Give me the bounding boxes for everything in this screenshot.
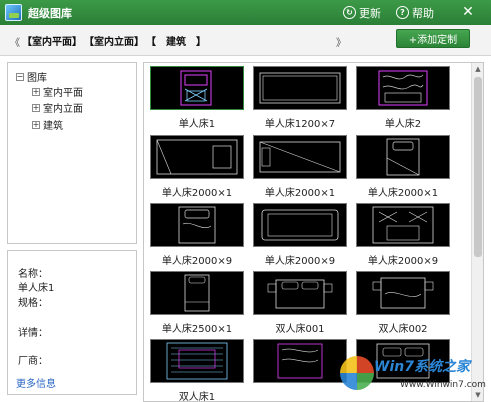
thumbnail-caption: 双人床1 bbox=[178, 392, 216, 402]
collapse-icon[interactable]: − bbox=[16, 72, 24, 81]
gallery-item[interactable]: 双人床001 bbox=[253, 271, 347, 335]
cad-thumbnail[interactable] bbox=[150, 135, 244, 179]
cad-thumbnail[interactable] bbox=[253, 339, 347, 383]
help-button[interactable]: ? 帮助 bbox=[396, 4, 434, 21]
tabs-scroll-right-icon[interactable]: 》 bbox=[336, 34, 346, 49]
cad-thumbnail[interactable] bbox=[253, 135, 347, 179]
thumbnail-caption: 单人床1 bbox=[178, 119, 216, 130]
refresh-button[interactable]: ↻ 更新 bbox=[343, 4, 381, 21]
cad-thumbnail[interactable] bbox=[150, 203, 244, 247]
tabs-scroll-left-icon[interactable]: 《 bbox=[10, 34, 20, 49]
tree-item-interior-elevation[interactable]: + 室内立面 bbox=[32, 100, 83, 115]
name-label: 名称： bbox=[18, 269, 48, 280]
cad-thumbnail[interactable] bbox=[150, 66, 244, 110]
cad-drawing-icon bbox=[267, 279, 333, 309]
item-detail-panel: 名称： 单人床1 规格： 详情： 厂商： 更多信息 bbox=[7, 250, 137, 395]
detail-label: 详情： bbox=[18, 328, 48, 339]
thumbnail-caption: 单人床2000×1 bbox=[264, 188, 336, 199]
more-info-link[interactable]: 更多信息 bbox=[16, 375, 56, 390]
cad-thumbnail[interactable] bbox=[150, 339, 244, 383]
spec-label: 规格： bbox=[18, 298, 48, 309]
cad-drawing-icon bbox=[386, 138, 420, 176]
gallery-item[interactable]: 单人床2000×9 bbox=[253, 203, 347, 267]
name-value: 单人床1 bbox=[18, 283, 55, 294]
expand-icon[interactable]: + bbox=[32, 103, 40, 112]
gallery-item[interactable]: 单人床2000×1 bbox=[356, 135, 450, 199]
tree-item-gallery-root[interactable]: − 图库 bbox=[16, 69, 47, 84]
gallery-item[interactable]: 单人床1200×7 bbox=[253, 66, 347, 130]
cad-drawing-icon bbox=[156, 139, 238, 175]
thumbnail-caption: 单人床2000×1 bbox=[367, 188, 439, 199]
cad-drawing-icon bbox=[372, 206, 434, 244]
gallery-item[interactable]: 单人床1 bbox=[150, 66, 244, 130]
site-watermark: Win7系统之家 Www.Winwin7.com bbox=[340, 350, 488, 398]
vendor-label: 厂商： bbox=[18, 356, 48, 367]
category-tree: − 图库 + 室内平面 + 室内立面 + 建筑 bbox=[7, 62, 137, 244]
scroll-up-icon[interactable]: ▲ bbox=[472, 63, 484, 75]
tree-item-label: 建筑 bbox=[43, 121, 63, 132]
cad-drawing-icon bbox=[259, 141, 341, 173]
category-tabs: 【室内平面】 【室内立面】 【 建筑 】 bbox=[22, 33, 206, 48]
help-icon: ? bbox=[396, 6, 409, 19]
cad-thumbnail[interactable] bbox=[253, 271, 347, 315]
cad-thumbnail[interactable] bbox=[356, 66, 450, 110]
thumbnail-caption: 双人床001 bbox=[275, 324, 325, 335]
expand-icon[interactable]: + bbox=[32, 87, 40, 96]
cad-thumbnail[interactable] bbox=[150, 271, 244, 315]
gallery-item[interactable]: 单人床2000×1 bbox=[150, 135, 244, 199]
add-custom-button[interactable]: +添加定制 bbox=[396, 29, 470, 48]
gallery-item[interactable]: 单人床2000×9 bbox=[150, 203, 244, 267]
thumbnail-caption: 单人床2000×9 bbox=[367, 256, 439, 267]
thumbnail-caption: 双人床002 bbox=[378, 324, 428, 335]
cad-thumbnail[interactable] bbox=[253, 203, 347, 247]
cad-thumbnail[interactable] bbox=[356, 135, 450, 179]
cad-drawing-icon bbox=[372, 277, 434, 309]
gallery-item[interactable]: 单人床2000×9 bbox=[356, 203, 450, 267]
thumbnail-caption: 单人床2000×1 bbox=[161, 188, 233, 199]
thumbnail-caption: 单人床2000×9 bbox=[161, 256, 233, 267]
cad-drawing-icon bbox=[277, 343, 323, 379]
cad-drawing-icon bbox=[261, 209, 339, 241]
thumbnail-caption: 单人床1200×7 bbox=[264, 119, 336, 130]
title-bar: 超级图库 ↻ 更新 ? 帮助 ✕ bbox=[0, 0, 491, 25]
app-logo-icon bbox=[5, 4, 22, 21]
tree-item-interior-plan[interactable]: + 室内平面 bbox=[32, 84, 83, 99]
help-label: 帮助 bbox=[412, 6, 434, 20]
cad-drawing-icon bbox=[184, 274, 210, 312]
watermark-url: Www.Winwin7.com bbox=[400, 380, 486, 390]
gallery-item[interactable]: 双人床1 bbox=[150, 339, 244, 401]
cad-thumbnail[interactable] bbox=[356, 271, 450, 315]
expand-icon[interactable]: + bbox=[32, 120, 40, 129]
window-title: 超级图库 bbox=[28, 7, 72, 20]
gallery-item[interactable]: 单人床2500×1 bbox=[150, 271, 244, 335]
tab-interior-plan[interactable]: 【室内平面】 bbox=[22, 33, 82, 48]
cad-drawing-icon bbox=[180, 70, 212, 106]
windows-logo-icon bbox=[340, 356, 374, 390]
cad-drawing-icon bbox=[378, 70, 428, 106]
refresh-icon: ↻ bbox=[343, 6, 356, 19]
cad-thumbnail[interactable] bbox=[253, 66, 347, 110]
tab-architecture[interactable]: 【 建筑 】 bbox=[146, 33, 206, 48]
scrollbar-thumb[interactable] bbox=[474, 77, 482, 257]
cad-thumbnail[interactable] bbox=[356, 203, 450, 247]
gallery-item[interactable]: 双人床002 bbox=[356, 271, 450, 335]
tree-item-label: 室内立面 bbox=[43, 104, 83, 115]
tree-item-label: 室内平面 bbox=[43, 88, 83, 99]
tree-item-label: 图库 bbox=[27, 73, 47, 84]
thumbnail-caption: 单人床2 bbox=[384, 119, 422, 130]
watermark-title: Win7系统之家 bbox=[374, 359, 470, 375]
cad-drawing-icon bbox=[166, 342, 228, 380]
thumbnail-caption: 单人床2000×9 bbox=[264, 256, 336, 267]
cad-drawing-icon bbox=[259, 72, 341, 104]
thumbnail-caption: 单人床2500×1 bbox=[161, 324, 233, 335]
gallery-item[interactable]: 单人床2 bbox=[356, 66, 450, 130]
cad-drawing-icon bbox=[178, 206, 216, 244]
gallery-item[interactable]: 单人床2000×1 bbox=[253, 135, 347, 199]
tab-interior-elevation[interactable]: 【室内立面】 bbox=[84, 33, 144, 48]
close-button[interactable]: ✕ bbox=[458, 3, 478, 21]
refresh-label: 更新 bbox=[359, 6, 381, 20]
gallery-item[interactable] bbox=[253, 339, 347, 399]
tree-item-architecture[interactable]: + 建筑 bbox=[32, 117, 63, 132]
